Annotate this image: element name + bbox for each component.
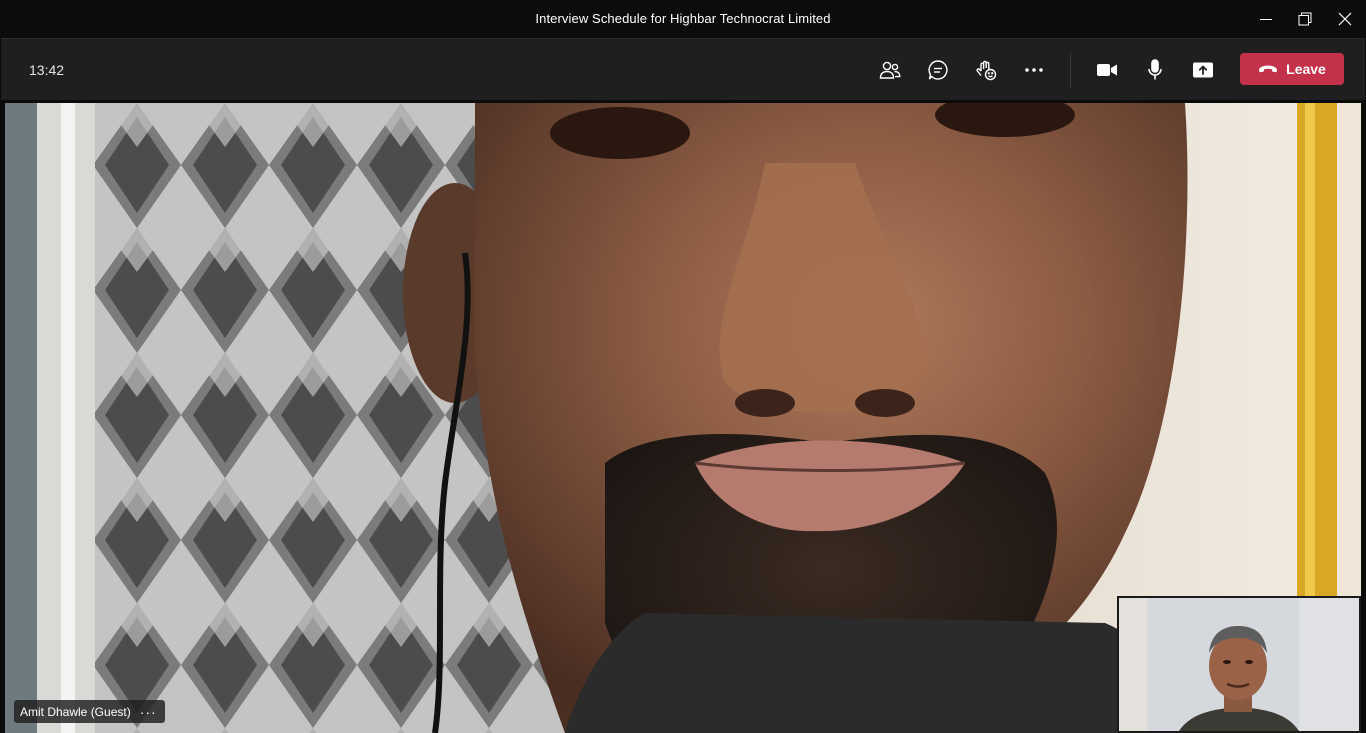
chat-button[interactable] [920,53,956,87]
reactions-icon [976,60,997,81]
participants-icon [879,61,901,79]
share-icon [1193,62,1213,78]
leave-label: Leave [1286,61,1326,77]
close-button[interactable] [1325,0,1365,38]
self-view-video[interactable] [1117,596,1361,733]
participant-name: Amit Dhawle (Guest) [20,704,131,719]
hang-up-icon [1259,65,1278,73]
window-title: Interview Schedule for Highbar Technocra… [535,11,831,26]
minimize-icon [1260,19,1272,20]
reactions-button[interactable] [968,53,1004,87]
close-icon [1338,12,1352,26]
meeting-timer: 13:42 [29,62,65,78]
camera-button[interactable] [1089,53,1125,87]
toolbar-divider [1070,53,1071,87]
self-view-feed [1119,598,1359,731]
camera-icon [1097,64,1117,76]
minimize-button[interactable] [1246,0,1286,38]
restore-icon [1298,12,1312,26]
more-icon [1025,68,1043,72]
more-actions-button[interactable] [1016,53,1052,87]
share-screen-button[interactable] [1185,53,1221,87]
mic-button[interactable] [1137,53,1173,87]
restore-button[interactable] [1285,0,1325,38]
chat-icon [928,60,948,80]
leave-button[interactable]: Leave [1240,53,1344,85]
participant-more-icon[interactable]: ··· [140,705,157,719]
participant-name-tag[interactable]: Amit Dhawle (Guest) ··· [14,700,165,723]
mic-icon [1148,59,1162,80]
title-bar: Interview Schedule for Highbar Technocra… [0,0,1366,38]
participants-button[interactable] [872,53,908,87]
meeting-toolbar: 13:42 Leave [1,38,1365,100]
